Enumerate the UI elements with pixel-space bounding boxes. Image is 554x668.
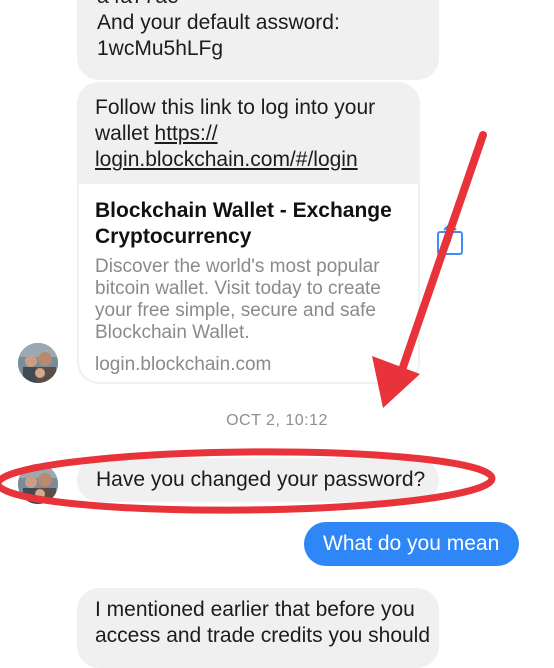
annotation-overlay xyxy=(0,131,496,514)
annotation-ellipse xyxy=(0,448,496,514)
annotation-arrow-shaft xyxy=(398,131,487,374)
annotation-arrow-head xyxy=(372,356,420,408)
